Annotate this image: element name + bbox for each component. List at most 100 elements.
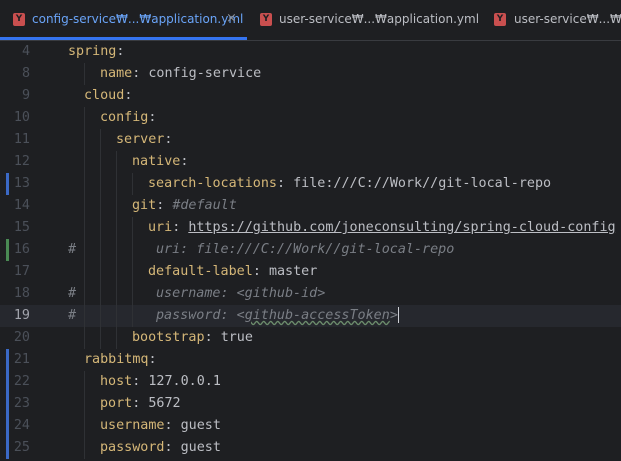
code-text: spring: (68, 44, 125, 59)
code-text: host: 127.0.0.1 (100, 374, 221, 389)
indent-guide (132, 239, 133, 261)
indent-guide (84, 327, 85, 349)
code-text: uri: https://github.com/joneconsulting/s… (148, 220, 616, 235)
code-line: 12 native: (0, 151, 621, 173)
indent-guide (116, 239, 117, 261)
line-number: 11 (13, 132, 30, 147)
indent-guide (132, 173, 133, 195)
text-caret (397, 307, 400, 323)
code-line: 24 username: guest (0, 415, 621, 437)
comment-marker: # (68, 308, 77, 323)
code-line: 13 search-locations: file:///C://Work//g… (0, 173, 621, 195)
indent-guide (132, 261, 133, 283)
line-number: 14 (13, 198, 30, 213)
indent-guide (84, 239, 85, 261)
indent-guide (116, 305, 117, 327)
tab-label: user-service₩...₩boo (514, 12, 621, 26)
indent-guide (84, 415, 85, 437)
line-number: 13 (13, 176, 30, 191)
indent-guide (100, 151, 101, 173)
line-number: 17 (13, 264, 30, 279)
comment-marker: # (68, 242, 77, 257)
line-number: 23 (13, 396, 30, 411)
tab-user-service-application-yml[interactable]: Y user-service₩...₩application.yml (248, 0, 480, 40)
line-number: 15 (13, 220, 30, 235)
line-number: 19 (13, 308, 30, 323)
line-number: 16 (13, 242, 30, 257)
code-line: 16 # uri: file:///C://Work//git-local-re… (0, 239, 621, 261)
line-number: 10 (13, 110, 30, 125)
tab-label: config-service₩...₩application.yml (32, 12, 244, 26)
current-code-line: 19 # password: <github-accessToken> (0, 305, 621, 327)
indent-guide (84, 283, 85, 305)
code-line: 25 password: guest (0, 437, 621, 459)
indent-guide (116, 195, 117, 217)
code-comment: password: <github-accessToken> (156, 307, 400, 323)
spelling-warning: github-accessToken (244, 308, 390, 323)
code-text: password: guest (100, 440, 221, 455)
indent-guide (84, 107, 85, 129)
code-editor[interactable]: 4 spring: 8 name: config-service 9 cloud… (0, 41, 621, 461)
indent-guide (100, 305, 101, 327)
indent-guide (84, 371, 85, 393)
indent-guide (116, 217, 117, 239)
code-text: native: (132, 154, 189, 169)
uri-link[interactable]: https://github.com/joneconsulting/spring… (188, 220, 615, 235)
close-tab-icon[interactable]: × (226, 11, 237, 26)
code-comment: uri: file:///C://Work//git-local-repo (156, 242, 455, 257)
indent-guide (84, 393, 85, 415)
code-text: git: #default (132, 198, 237, 213)
indent-guide (132, 217, 133, 239)
indent-guide (84, 129, 85, 151)
code-text: config: (100, 110, 157, 125)
indent-guide (84, 151, 85, 173)
tab-config-service-application-yml[interactable]: Y config-service₩...₩application.yml × (0, 0, 247, 40)
yaml-file-icon: Y (494, 13, 506, 26)
editor-tab-bar: Y config-service₩...₩application.yml × Y… (0, 0, 621, 40)
indent-guide (84, 217, 85, 239)
comment-marker: # (68, 286, 77, 301)
line-number: 22 (13, 374, 30, 389)
indent-guide (100, 283, 101, 305)
code-text: default-label: master (148, 264, 318, 279)
code-line: 18 # username: <github-id> (0, 283, 621, 305)
code-line: 14 git: #default (0, 195, 621, 217)
line-number: 25 (13, 440, 30, 455)
line-number: 8 (21, 66, 30, 81)
indent-guide (132, 283, 133, 305)
code-text: username: guest (100, 418, 221, 433)
code-text: search-locations: file:///C://Work//git-… (148, 176, 552, 191)
indent-guide (116, 283, 117, 305)
line-number: 9 (21, 88, 30, 103)
line-number: 18 (13, 286, 30, 301)
code-line: 4 spring: (0, 41, 621, 63)
indent-guide (84, 195, 85, 217)
indent-guide (100, 239, 101, 261)
code-line: 11 server: (0, 129, 621, 151)
indent-guide (116, 151, 117, 173)
tab-label: user-service₩...₩application.yml (279, 12, 480, 26)
code-line: 20 bootstrap: true (0, 327, 621, 349)
tab-user-service-bootstrap[interactable]: Y user-service₩...₩boo (478, 0, 621, 40)
code-text: port: 5672 (100, 396, 181, 411)
code-text: server: (116, 132, 173, 147)
indent-guide (84, 173, 85, 195)
line-number: 12 (13, 154, 30, 169)
indent-guide (100, 261, 101, 283)
indent-guide (84, 63, 85, 85)
line-number: 24 (13, 418, 30, 433)
code-text: bootstrap: true (132, 330, 253, 345)
yaml-file-icon: Y (13, 13, 25, 26)
indent-guide (100, 195, 101, 217)
indent-guide (100, 173, 101, 195)
line-number: 21 (13, 352, 30, 367)
indent-guide (84, 305, 85, 327)
indent-guide (84, 261, 85, 283)
indent-guide (116, 261, 117, 283)
line-number: 20 (13, 330, 30, 345)
code-line: 23 port: 5672 (0, 393, 621, 415)
code-text: name: config-service (100, 66, 262, 81)
code-line: 10 config: (0, 107, 621, 129)
code-line: 9 cloud: (0, 85, 621, 107)
code-comment: username: <github-id> (156, 286, 326, 301)
